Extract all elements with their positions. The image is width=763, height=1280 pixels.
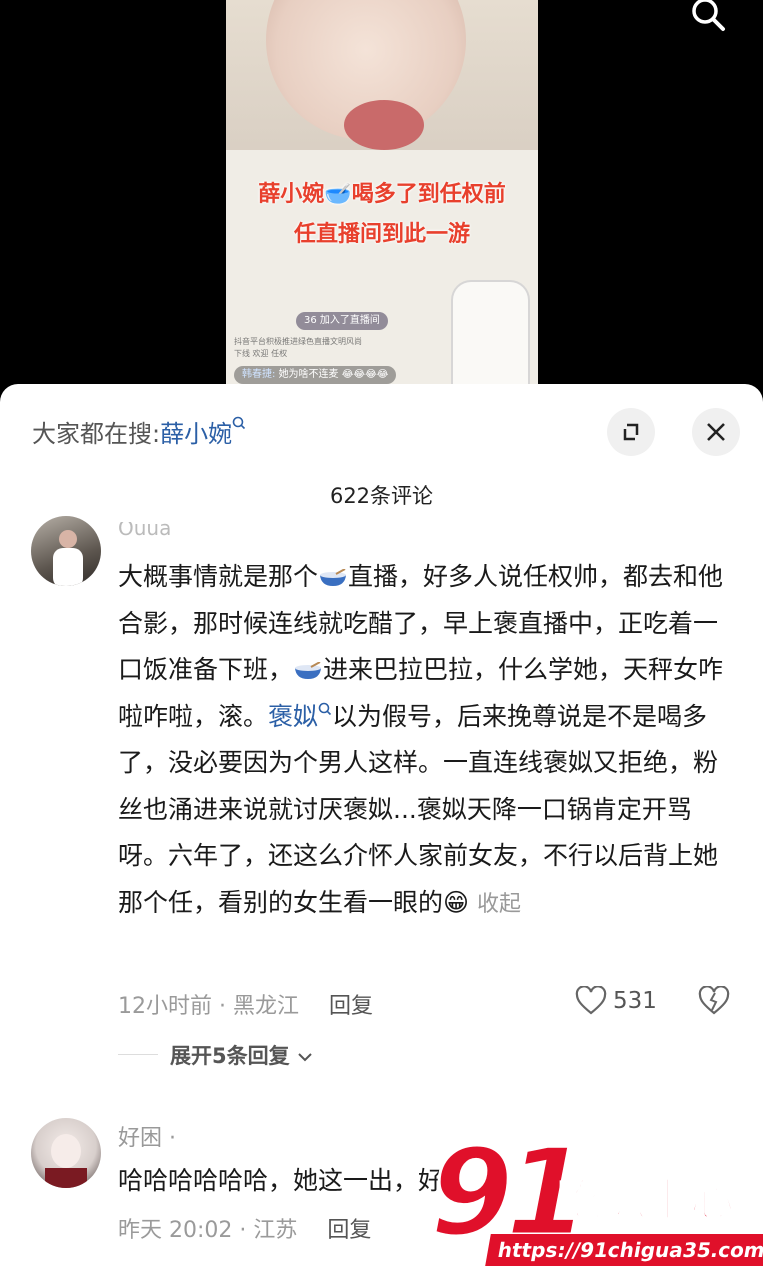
watermark-brand: 吃瓜中心 xyxy=(557,1175,735,1227)
comment-sheet: 大家都在搜:薛小婉 622条评论 Ouua 大概事情就是那个 直播，好多人说任权帅… xyxy=(0,384,763,1280)
video-caption-line1: 薛小婉🥣喝多了到任权前 xyxy=(258,182,506,207)
expand-replies[interactable]: 展开5条回复 xyxy=(170,1040,313,1070)
search-mini-icon xyxy=(318,702,332,715)
avatar[interactable] xyxy=(31,1118,101,1188)
reply-button[interactable]: 回复 xyxy=(329,994,373,1019)
watermark-url: https://91chigua35.com xyxy=(485,1234,763,1266)
close-button[interactable] xyxy=(692,408,740,456)
live-notice: 抖音平台积极推进绿色直播文明风尚 下线 欢迎 任权 xyxy=(234,336,494,360)
live-comment-user: 韩春捷: xyxy=(242,369,276,380)
comment-meta: 12小时前 · 黑龙江 回复 xyxy=(118,988,373,1020)
bowl-emoji-icon xyxy=(320,569,347,586)
comment-username[interactable]: Ouua xyxy=(118,522,171,540)
dislike-icon[interactable] xyxy=(698,986,730,1016)
site-watermark: 91 吃瓜中心 https://91chigua35.com xyxy=(429,1132,763,1280)
close-icon xyxy=(707,423,725,441)
divider xyxy=(118,1054,158,1055)
like-count: 531 xyxy=(613,988,657,1014)
comment-text: 大概事情就是那个 直播，好多人说任权帅，都去和他合影，那时候连线就吃醋了，早上褒直… xyxy=(118,554,733,928)
avatar[interactable] xyxy=(31,516,101,586)
collapse-link[interactable]: 收起 xyxy=(477,892,521,917)
expand-replies-label: 展开5条回复 xyxy=(170,1044,290,1068)
reply-button[interactable]: 回复 xyxy=(327,1218,371,1243)
like-button[interactable]: 531 xyxy=(575,984,657,1018)
comment-count: 622条评论 xyxy=(329,484,434,508)
live-comment-text: 她为啥不连麦 😂😂😂😂 xyxy=(278,369,389,380)
comment-time-location: 昨天 20:02 · 江苏 xyxy=(118,1218,298,1243)
join-text: 加入了直播间 xyxy=(319,315,380,326)
expand-button[interactable] xyxy=(607,408,655,456)
join-notice: 36 加入了直播间 xyxy=(296,312,388,330)
mention-link[interactable]: 褒姒 xyxy=(268,702,318,731)
comment-time-location: 12小时前 · 黑龙江 xyxy=(118,994,299,1019)
join-level-badge: 36 xyxy=(304,315,317,326)
chevron-down-icon xyxy=(298,1053,312,1062)
comment-text-part4: 以为假号，后来挽尊说是不是喝多了，没必要因为个男人这样。一直连线褒姒又拒绝，粉丝… xyxy=(118,701,719,917)
comment-username[interactable]: 好困 · xyxy=(118,1120,176,1152)
comment-text-part1: 大概事情就是那个 xyxy=(118,562,319,591)
trending-search-bar[interactable]: 大家都在搜:薛小婉 xyxy=(32,414,246,449)
video-player[interactable]: 薛小婉🥣喝多了到任权前 任直播间到此一游 36 加入了直播间 抖音平台积极推进绿… xyxy=(0,0,763,400)
live-notice-line1: 抖音平台积极推进绿色直播文明风尚 xyxy=(234,337,362,346)
bowl-emoji-icon xyxy=(295,662,322,679)
trending-prefix: 大家都在搜: xyxy=(32,420,161,448)
live-comment: 韩春捷: 她为啥不连麦 😂😂😂😂 xyxy=(234,366,397,384)
grin-emoji: 😁 xyxy=(443,887,470,917)
comment-meta: 昨天 20:02 · 江苏 回复 xyxy=(118,1212,371,1244)
video-caption-line2: 任直播间到此一游 xyxy=(293,222,470,247)
heart-icon xyxy=(575,986,607,1015)
streamer-mouth xyxy=(344,100,424,150)
video-frame: 薛小婉🥣喝多了到任权前 任直播间到此一游 36 加入了直播间 抖音平台积极推进绿… xyxy=(226,0,538,400)
trending-keyword[interactable]: 薛小婉 xyxy=(160,420,232,448)
search-mini-icon xyxy=(232,416,246,430)
live-notice-line2: 下线 欢迎 任权 xyxy=(234,349,288,358)
expand-icon xyxy=(623,423,639,441)
search-icon[interactable] xyxy=(688,0,728,36)
